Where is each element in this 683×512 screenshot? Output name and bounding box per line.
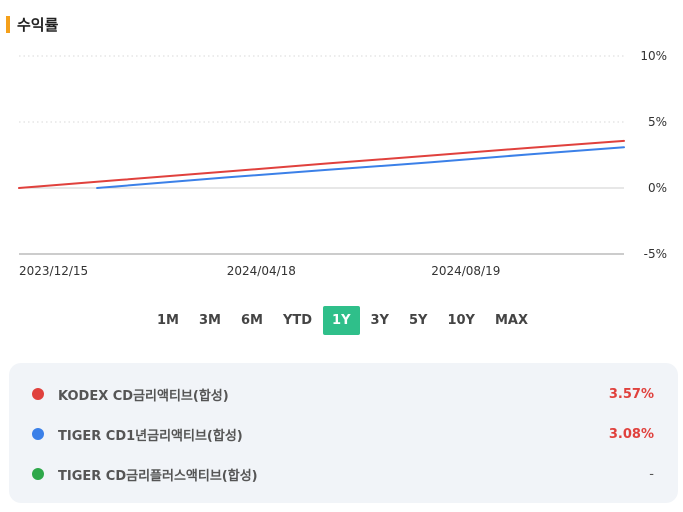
y-tick-label: 5%	[648, 115, 667, 129]
legend-color-dot	[32, 388, 44, 400]
legend-fund-name: KODEX CD금리액티브(합성)	[58, 388, 229, 404]
y-tick-label: 10%	[640, 49, 667, 63]
legend-color-dot	[32, 428, 44, 440]
series-line-1	[96, 146, 625, 189]
y-tick-label: -5%	[644, 247, 667, 261]
page-title: 수익률	[17, 15, 59, 34]
period-button-3y[interactable]: 3Y	[362, 306, 398, 335]
legend-color-dot	[32, 468, 44, 480]
x-tick-label: 2024/08/19	[431, 264, 500, 278]
period-button-ytd[interactable]: YTD	[274, 306, 321, 335]
legend-item[interactable]: TIGER CD1년금리액티브(합성) 3.08%	[9, 424, 678, 444]
legend-panel: KODEX CD금리액티브(합성) 3.57% TIGER CD1년금리액티브(합성…	[9, 363, 678, 503]
period-button-5y[interactable]: 5Y	[400, 306, 436, 335]
legend-return-value: -	[649, 466, 654, 482]
legend-item[interactable]: TIGER CD금리플러스액티브(합성) -	[9, 464, 678, 484]
x-tick-label: 2024/04/18	[227, 264, 296, 278]
legend-item[interactable]: KODEX CD금리액티브(합성) 3.57%	[9, 384, 678, 404]
legend-return-value: 3.08%	[608, 426, 654, 442]
legend-fund-name: TIGER CD1년금리액티브(합성)	[58, 428, 243, 444]
x-tick-label: 2023/12/15	[19, 264, 88, 278]
series-line-0	[18, 139, 625, 189]
period-button-max[interactable]: MAX	[486, 306, 537, 335]
legend-return-value: 3.57%	[608, 386, 654, 402]
legend-fund-name: TIGER CD금리플러스액티브(합성)	[58, 468, 258, 484]
period-selector: 1M 3M 6M YTD 1Y 3Y 5Y 10Y MAX	[148, 306, 539, 335]
period-button-1y[interactable]: 1Y	[323, 306, 360, 335]
title-accent-bar	[6, 15, 10, 33]
period-button-6m[interactable]: 6M	[232, 306, 272, 335]
period-button-3m[interactable]: 3M	[190, 306, 230, 335]
section-header: 수익률	[6, 14, 58, 34]
return-line-chart: 10% 5% 0% -5% 2023/12/15 2024/04/18 2024/08/19	[18, 49, 667, 278]
y-tick-label: 0%	[648, 181, 667, 195]
period-button-1m[interactable]: 1M	[148, 306, 188, 335]
period-button-10y[interactable]: 10Y	[438, 306, 484, 335]
